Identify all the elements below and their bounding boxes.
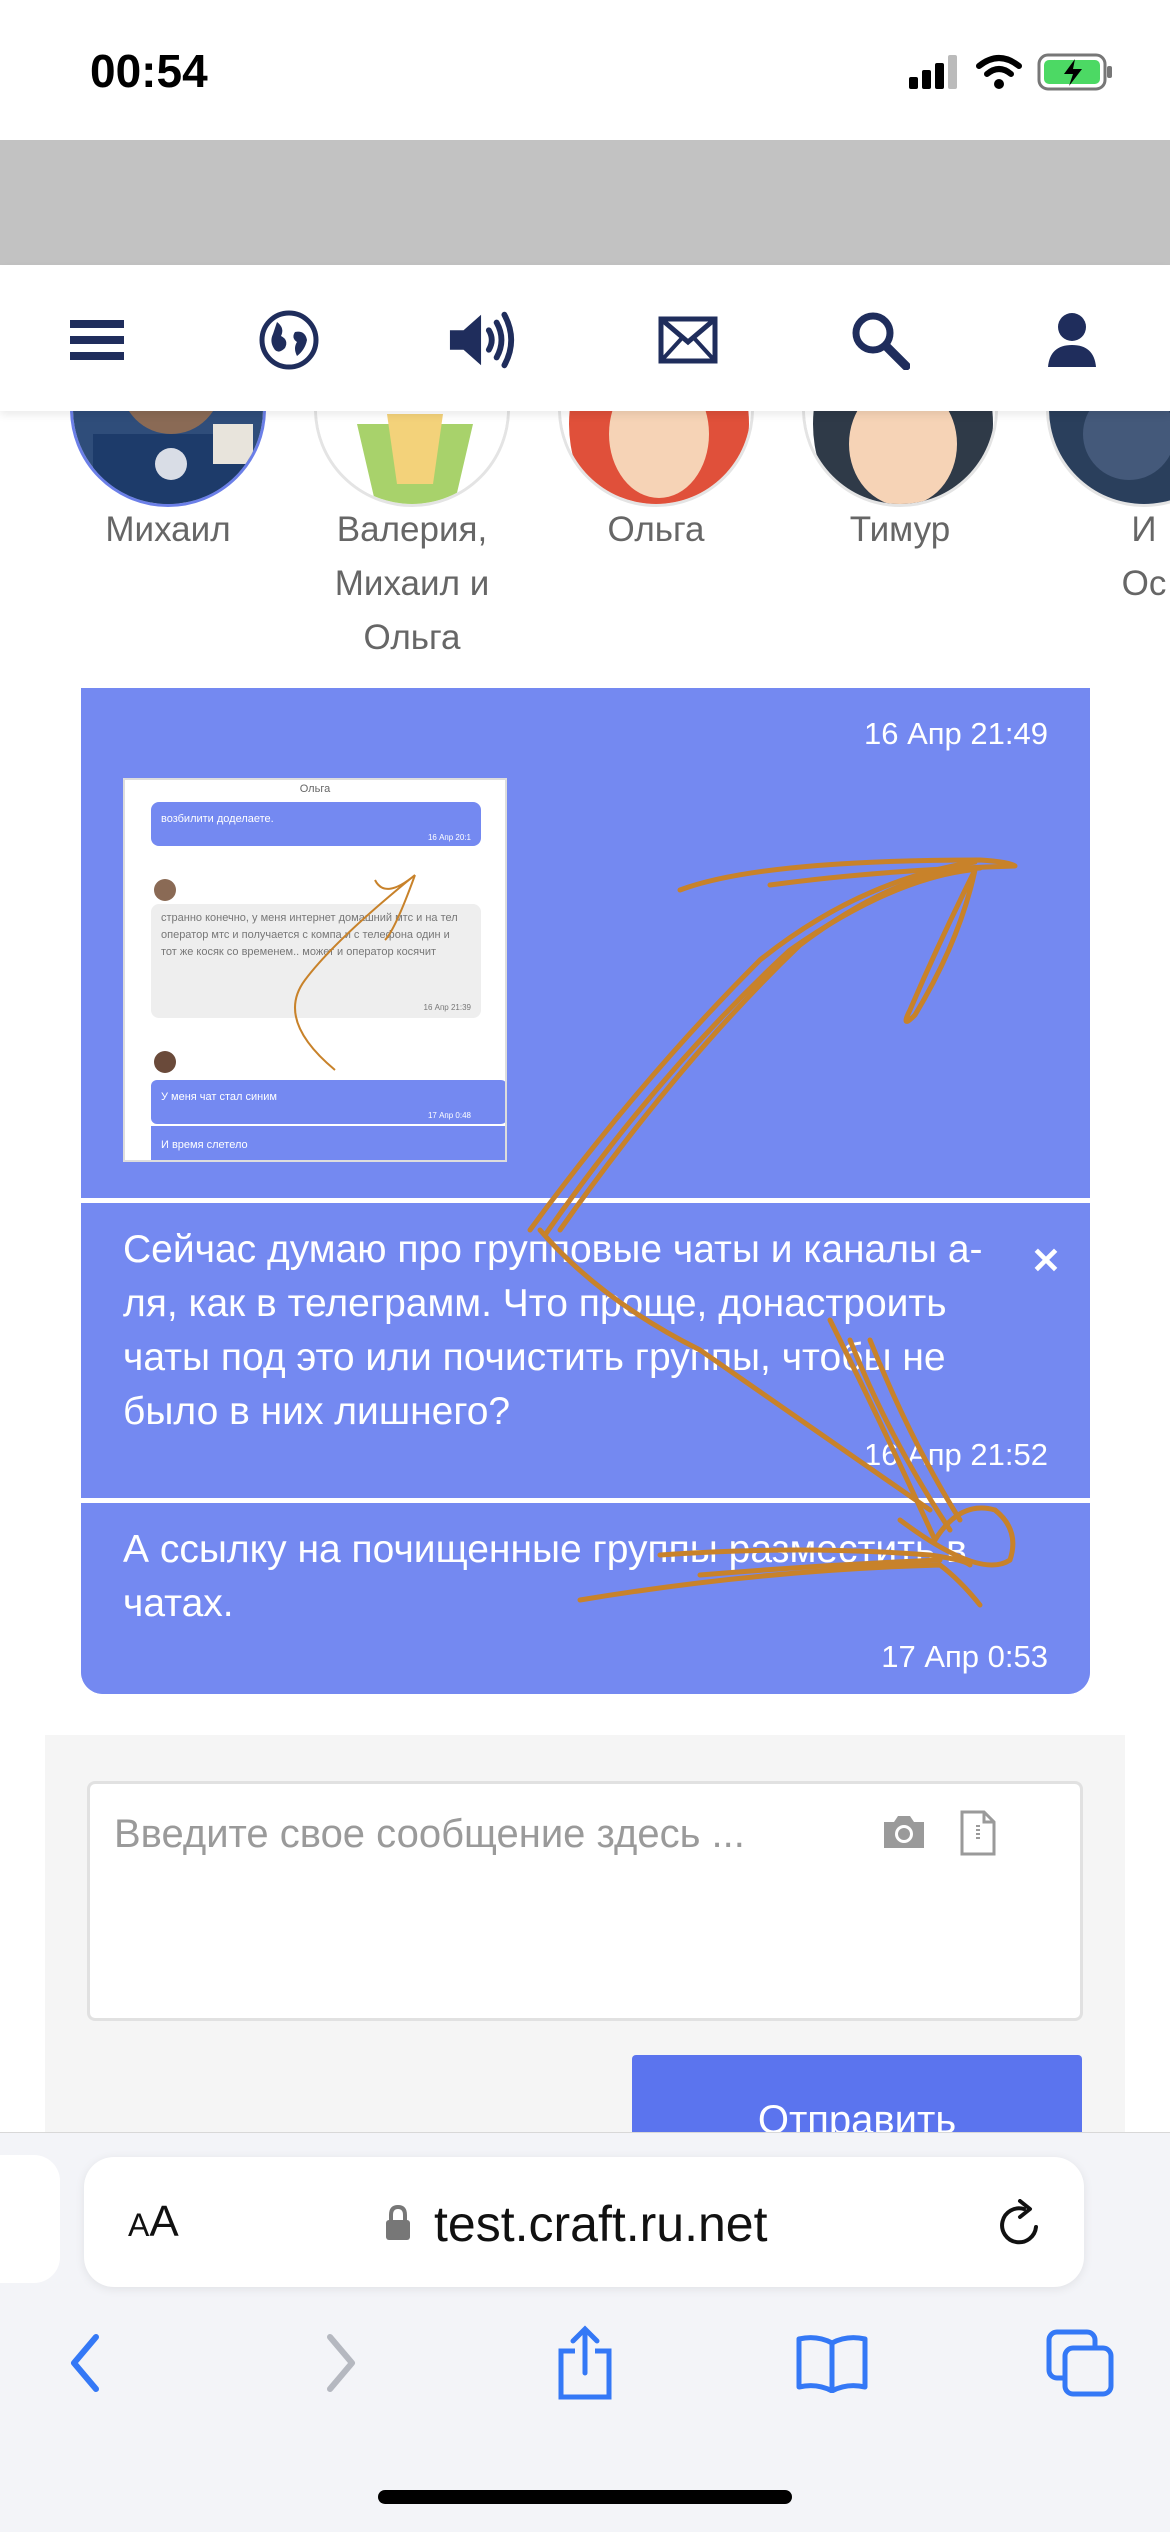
preview-bubble-1: возбилити доделаете. <box>161 813 274 825</box>
ad-banner-placeholder <box>0 140 1170 265</box>
avatar <box>558 411 754 507</box>
tabs-icon <box>1046 2329 1114 2397</box>
message-item: ✕ Сейчас думаю про групповые чаты и кана… <box>81 1203 1090 1498</box>
screenshot-preview: Ольга возбилити доделаете. 16 Апр 20:1 с… <box>125 780 507 1160</box>
female-avatar <box>561 411 751 504</box>
menu-button[interactable] <box>62 305 132 375</box>
battery-charging-icon <box>1037 53 1112 91</box>
user-icon <box>1048 313 1096 367</box>
message-text: Сейчас думаю про групповые чаты и каналы… <box>123 1228 983 1433</box>
speaker-volume-icon <box>449 311 515 369</box>
share-button[interactable] <box>545 2323 625 2403</box>
contact-name: И Ос <box>1121 510 1167 603</box>
preview-bubble-4: И время слетело <box>161 1139 248 1151</box>
messages-button[interactable] <box>653 305 723 375</box>
sound-button[interactable] <box>448 305 518 375</box>
search-button[interactable] <box>845 305 915 375</box>
male-avatar <box>805 411 995 504</box>
profile-button[interactable] <box>1037 305 1107 375</box>
message-image-attachment[interactable]: Ольга возбилити доделаете. 16 Апр 20:1 с… <box>123 778 507 1162</box>
message-time: 16 Апр 21:49 <box>864 716 1048 751</box>
avatar <box>802 411 998 507</box>
cellular-signal-icon <box>909 55 957 89</box>
attach-file-icon[interactable] <box>958 1810 998 1856</box>
message-time: 16 Апр 21:52 <box>864 1437 1048 1472</box>
group-avatar <box>317 411 507 504</box>
url-text: test.craft.ru.net <box>434 2196 768 2252</box>
home-indicator <box>378 2490 792 2504</box>
contact-name: Тимур <box>849 510 951 549</box>
contact-name: Михаил <box>105 510 231 549</box>
tabs-button[interactable] <box>1040 2323 1120 2403</box>
lock-icon <box>386 2205 410 2240</box>
status-time: 00:54 <box>90 45 208 97</box>
wifi-icon <box>976 55 1022 89</box>
globe-button[interactable] <box>254 305 324 375</box>
globe-icon <box>259 310 319 370</box>
message-text: А ссылку на почищенные группы разместить… <box>123 1528 967 1625</box>
preview-header: Ольга <box>300 783 331 795</box>
message-composer <box>87 1781 1083 2021</box>
avatar <box>314 411 510 507</box>
aa-label-small: A <box>128 2207 150 2243</box>
reload-icon[interactable] <box>996 2199 1044 2249</box>
preview-bubble-1-time: 16 Апр 20:1 <box>428 833 472 842</box>
site-navigation <box>0 265 1170 411</box>
avatar <box>70 411 266 507</box>
previous-tab-peek[interactable] <box>0 2155 60 2283</box>
bookmarks-button[interactable] <box>792 2323 872 2403</box>
message-item: А ссылку на почищенные группы разместить… <box>81 1503 1090 1694</box>
forward-button[interactable] <box>300 2323 380 2403</box>
preview-bubble-3: У меня чат стал синим <box>161 1091 277 1103</box>
contact-photo <box>1049 411 1170 504</box>
share-icon <box>558 2325 612 2400</box>
status-icons <box>909 50 1115 94</box>
back-button[interactable] <box>46 2323 126 2403</box>
preview-bubble-3-time: 17 Апр 0:48 <box>428 1111 472 1120</box>
preview-bubble-2: странно конечно, у меня интернет домашни… <box>161 912 458 958</box>
message-item: 16 Апр 21:49 Ольга возбилити доделаете. … <box>81 688 1090 1198</box>
address-bar[interactable]: AA test.craft.ru.net <box>84 2157 1084 2287</box>
aa-label-large: A <box>149 2197 179 2246</box>
book-icon <box>796 2335 868 2393</box>
chat-messages: 16 Апр 21:49 Ольга возбилити доделаете. … <box>81 688 1090 1694</box>
composer-area: Отправить <box>45 1735 1125 2165</box>
chevron-right-icon <box>327 2334 355 2392</box>
camera-icon[interactable] <box>880 1812 928 1852</box>
chevron-left-icon <box>71 2334 99 2392</box>
contact-name: Валерия, Михаил и Ольга <box>334 510 490 657</box>
message-time: 17 Апр 0:53 <box>881 1639 1048 1674</box>
preview-bubble-2-time: 16 Апр 21:39 <box>424 1003 472 1012</box>
delete-message-button[interactable]: ✕ <box>1024 1239 1068 1283</box>
status-bar: 00:54 <box>0 0 1170 140</box>
envelope-icon <box>658 316 718 364</box>
avatar <box>1046 411 1170 507</box>
browser-toolbar: AA test.craft.ru.net <box>0 2132 1170 2532</box>
hamburger-menu-icon <box>70 320 124 360</box>
contacts-strip: Михаил Валерия, Михаил и Ольга Ольга Тим… <box>0 411 1170 661</box>
search-icon <box>852 312 910 370</box>
contact-photo <box>73 411 263 504</box>
contact-name: Ольга <box>607 510 705 549</box>
message-input[interactable] <box>114 1812 854 1857</box>
reader-settings-button[interactable]: AA <box>128 2197 179 2247</box>
